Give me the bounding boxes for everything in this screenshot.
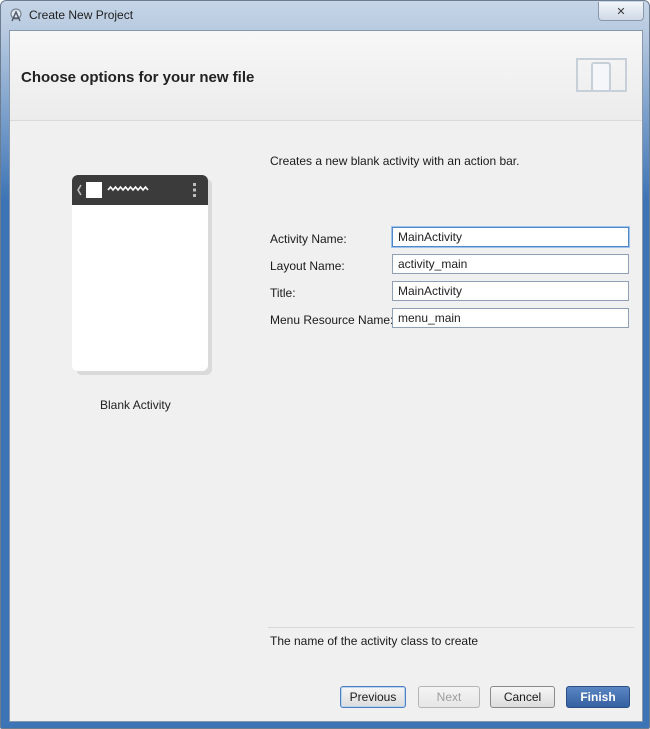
android-studio-icon — [10, 8, 22, 22]
window-title: Create New Project — [29, 8, 134, 22]
hint-divider — [268, 627, 634, 628]
overflow-menu-icon — [193, 183, 196, 197]
cancel-button[interactable]: Cancel — [490, 686, 555, 708]
menu-resource-name-label: Menu Resource Name: — [270, 313, 394, 327]
finish-button[interactable]: Finish — [566, 686, 630, 708]
dialog-content: Choose options for your new file Blank A… — [9, 30, 643, 722]
app-icon-placeholder — [86, 182, 102, 198]
menu-resource-name-input[interactable] — [392, 308, 629, 328]
template-caption: Blank Activity — [100, 398, 171, 412]
preview-action-bar — [72, 175, 208, 205]
previous-button[interactable]: Previous — [340, 686, 406, 708]
device-form-factor-icon — [576, 58, 627, 92]
blank-activity-preview[interactable] — [72, 175, 208, 371]
field-hint: The name of the activity class to create — [270, 634, 479, 648]
header-banner: Choose options for your new file — [10, 31, 642, 121]
close-button[interactable]: ✕ — [598, 2, 644, 21]
close-icon: ✕ — [616, 5, 626, 18]
title-squiggle-icon — [107, 185, 149, 192]
template-description: Creates a new blank activity with an act… — [270, 154, 520, 168]
layout-name-input[interactable] — [392, 254, 629, 274]
activity-name-label: Activity Name: — [270, 232, 347, 246]
layout-name-label: Layout Name: — [270, 259, 345, 273]
next-button[interactable]: Next — [418, 686, 480, 708]
page-title: Choose options for your new file — [21, 69, 255, 86]
title-bar[interactable]: Create New Project ✕ — [1, 1, 649, 30]
activity-name-input[interactable] — [392, 227, 629, 247]
title-label: Title: — [270, 286, 296, 300]
back-chevron-icon — [77, 184, 82, 196]
preview-action-bar-graphics — [77, 182, 196, 198]
dialog-window: Create New Project ✕ Choose options for … — [0, 0, 650, 729]
title-input[interactable] — [392, 281, 629, 301]
